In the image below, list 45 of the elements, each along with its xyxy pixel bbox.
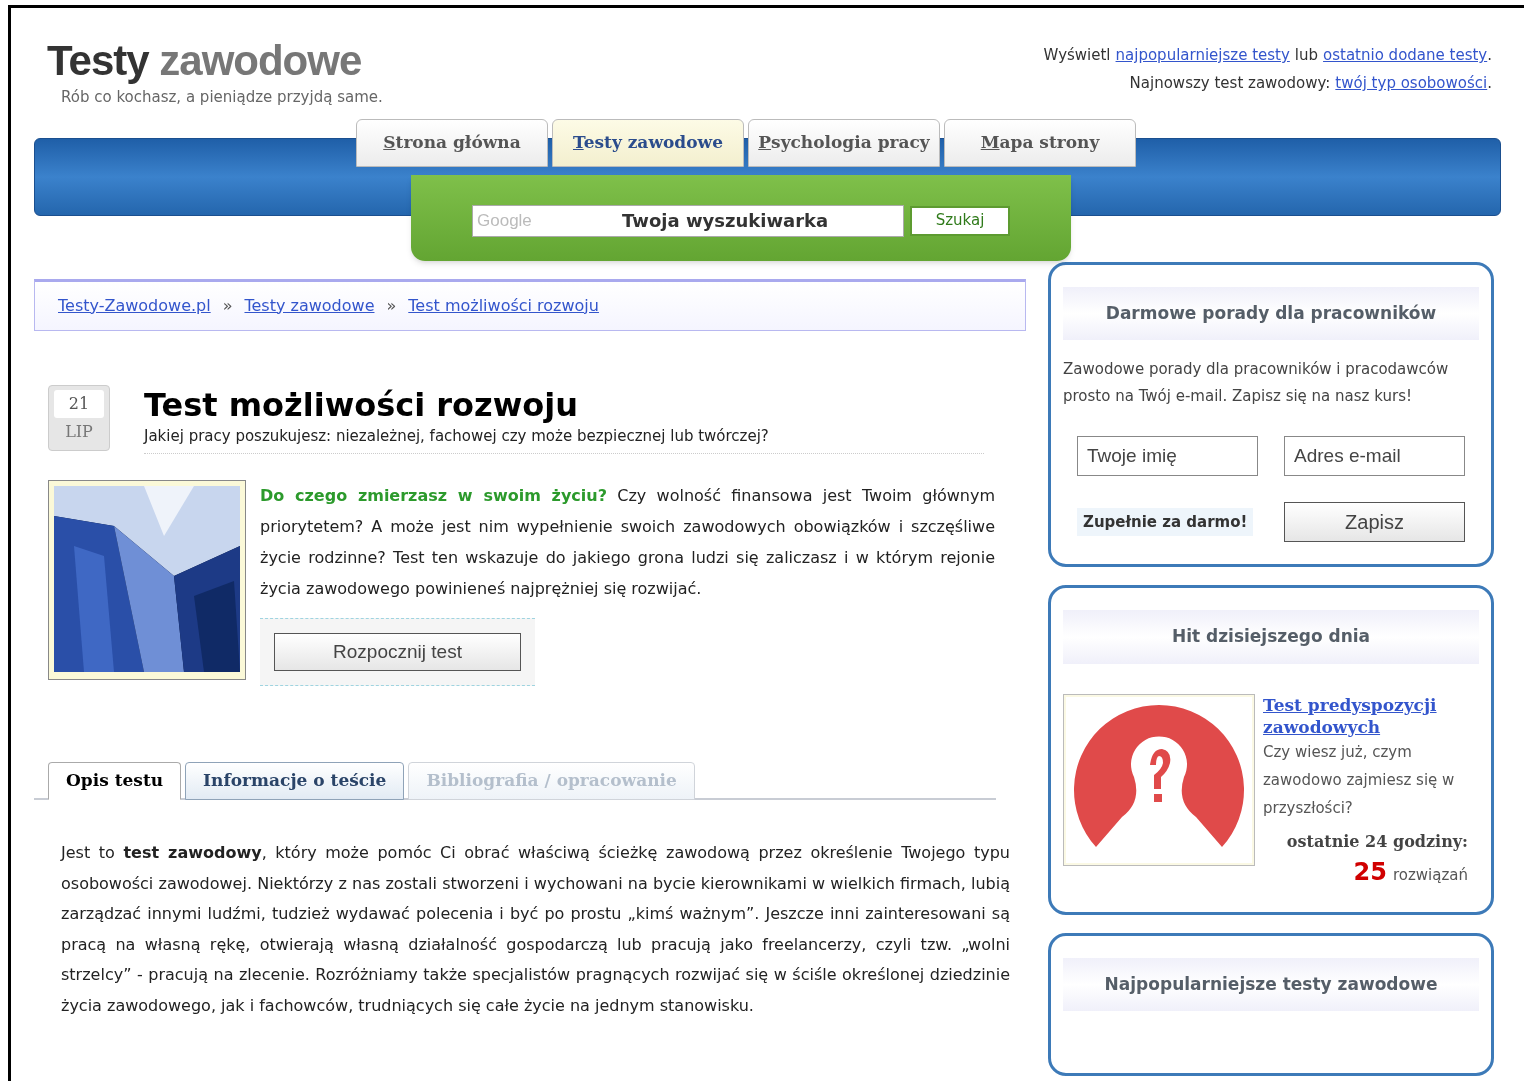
panel-text: Zawodowe porady dla pracowników i pracodawców prosto na Twój e-mail. Zapisz się na nasz kurs! <box>1063 359 1450 407</box>
site-title: Testy zawodowe <box>47 36 363 86</box>
search-button[interactable]: Szukaj <box>910 205 1010 236</box>
date-month: LIP <box>65 420 93 443</box>
tagline: Rób co kochasz, a pieniądze przyjdą same. <box>60 87 383 108</box>
header-link[interactable]: ostatnio dodane testy <box>1323 41 1488 69</box>
start-test-button[interactable]: Rozpocznij test <box>274 633 521 671</box>
header-text: lub <box>1294 45 1319 66</box>
header-text: Najnowszy test zawodowy: <box>1129 73 1331 94</box>
description-paragraph: Jest to test zawodowy, który może pomóc Ci obrać właściwą ścieżkę zawodową przez określenie Twojego typu osobowości zawodowej. Niektórzy z nas zostali stworzeni i wychowani na bycie kierownikami w wielkich firmach, lubią zarządzać innymi ludźmi, tudzież wydawać polecenia i być po prostu „kimś ważnym”. Jeszcze inni zainteresowani są pracą na własną rękę, otwierają własną działalność gospodarczą lub pracują jako freelancerzy, czyli tzw. „wolni strzelcy” - pracują na zlecenie. Rozróżniamy także specjalistów pragnących rozwijać się w ściśle określonej dziedzinie życia zawodowego, jak i fachowców, trudniących się całe życie na jednym stanowisku. <box>59 842 1010 1017</box>
breadcrumb-separator: » <box>386 294 397 317</box>
intro-paragraph: Do czego zmierzasz w swoim życiu? Czy wolność finansowa jest Twoim głównym priorytetem? A może jest nim wypełnienie swoich zawodowych obowiązków i szczęśliwe życie rodzinne? Test ten wskazuje do jakiego grona ludzi się zaliczasz i w którym rejonie życia zawodowego powinieneś najprężniej się rozwijać. <box>260 485 995 600</box>
free-label: Zupełnie za darmo! <box>1077 507 1254 537</box>
nav-tab[interactable]: Psychologia pracy <box>748 118 940 167</box>
panel-heading: Hit dzisiejszego dnia <box>1063 610 1479 664</box>
date-day: 21 <box>54 389 104 418</box>
breadcrumb-link[interactable]: Testy zawodowe <box>244 293 375 318</box>
article-title: Test możliwości rozwoju <box>144 384 579 425</box>
header-link[interactable]: najpopularniejsze testy <box>1115 41 1290 69</box>
email-field[interactable]: Adres e-mail <box>1284 436 1465 476</box>
panel-heading: Darmowe porady dla pracowników <box>1063 286 1479 340</box>
header-text: . <box>1487 73 1492 94</box>
breadcrumb-link[interactable]: Testy-Zawodowe.pl <box>58 293 211 318</box>
breadcrumb-separator: » <box>222 294 233 317</box>
search-field[interactable]: Google Twoja wyszukiwarka <box>472 204 904 237</box>
search-text: Twoja wyszukiwarka <box>622 209 829 233</box>
subscribe-button[interactable]: Zapisz <box>1284 502 1465 542</box>
test-teaser: Czy wiesz już, czym zawodowo zajmiesz się w przyszłości? <box>1263 741 1456 819</box>
panel-heading: Najpopularniejsze testy zawodowe <box>1063 957 1479 1011</box>
stat-label: ostatnie 24 godziny: <box>1285 830 1468 853</box>
stat-count: 25 <box>1353 856 1387 888</box>
name-field[interactable]: Twoje imię <box>1077 436 1258 476</box>
test-link[interactable]: Test predyspozycji zawodowych <box>1263 693 1468 738</box>
search-logo: Google <box>477 209 533 232</box>
content-tab[interactable]: Opis testu <box>48 762 182 800</box>
breadcrumb-link[interactable]: Test możliwości rozwoju <box>408 293 599 318</box>
nav-tab[interactable]: Mapa strony <box>944 118 1136 167</box>
content-tab[interactable]: Informacje o teście <box>185 762 405 800</box>
stat-unit: rozwiązań <box>1392 864 1468 886</box>
header-text: Wyświetl <box>1043 45 1111 66</box>
article-subtitle: Jakiej pracy poszukujesz: niezależnej, fachowej czy może bezpiecznej lub twórczej? <box>144 425 770 447</box>
header-text: . <box>1487 45 1492 66</box>
header-link[interactable]: twój typ osobowości <box>1335 69 1488 97</box>
nav-tab[interactable]: Strona główna <box>356 118 548 167</box>
nav-tab[interactable]: Testy zawodowe <box>552 118 744 167</box>
